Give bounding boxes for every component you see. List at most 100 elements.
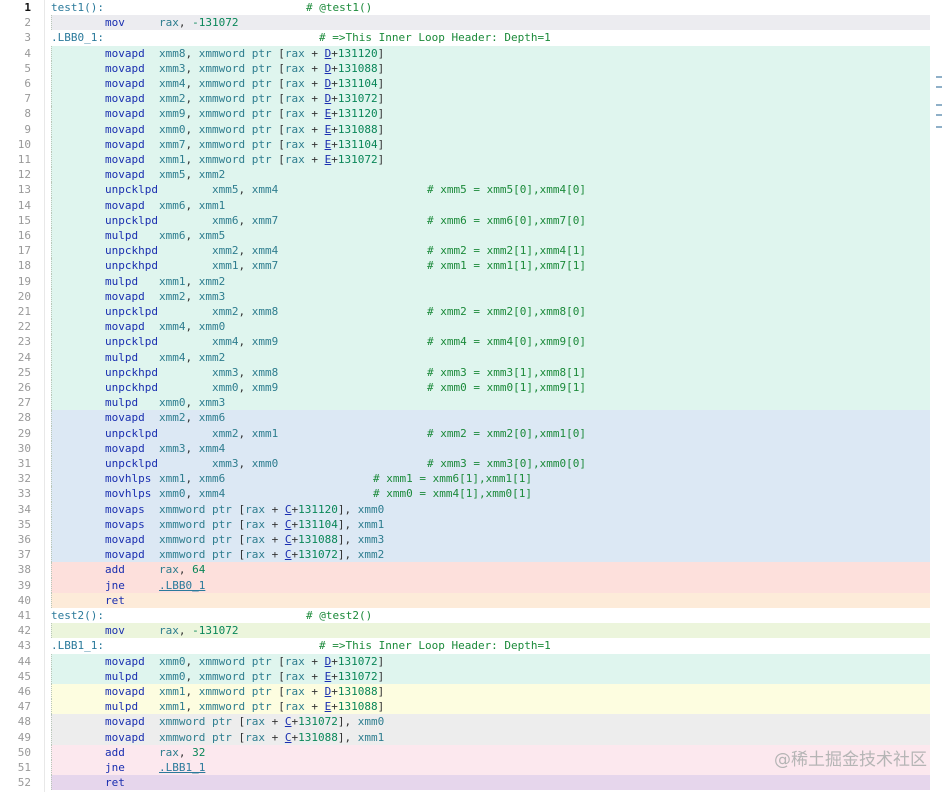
code-line[interactable]: 21 unpcklpd xmm2, xmm8 # xmm2 = xmm2[0],xmm… [0, 304, 945, 320]
jump-target-link[interactable]: .LBB0_1 [159, 579, 205, 592]
code-line[interactable]: 22 movapd xmm4, xmm0 [0, 319, 945, 335]
code-line[interactable]: 5 movapd xmm3, xmmword ptr [rax + D+131088… [0, 60, 945, 76]
code-line[interactable]: 28 movapd xmm2, xmm6 [0, 410, 945, 426]
code-line[interactable]: 52 ret [0, 775, 945, 791]
operand-token: [ [278, 61, 285, 75]
code-line[interactable]: 11 movapd xmm1, xmmword ptr [rax + E+13107… [0, 152, 945, 168]
code-line[interactable]: 34 movaps xmmword ptr [rax + C+131120], xm… [0, 501, 945, 517]
operand-token: rax [245, 533, 265, 546]
code-line[interactable]: 46 movapd xmm1, xmmword ptr [rax + D+13108… [0, 684, 945, 700]
instruction-args: xmm1, xmm7 [212, 258, 278, 273]
scrollbar-markers[interactable] [936, 70, 942, 140]
instruction-mnemonic: mulpd [105, 396, 139, 410]
code-line[interactable]: 6 movapd xmm4, xmmword ptr [rax + D+131104… [0, 76, 945, 92]
code-line[interactable]: 16 mulpd xmm6, xmm5 [0, 228, 945, 244]
instruction-mnemonic: mulpd [105, 229, 139, 242]
operand-token: ptr [211, 548, 232, 562]
operand-token: , [178, 624, 186, 638]
code-line[interactable]: 13 unpcklpd xmm5, xmm4 # xmm5 = xmm5[0],xmm… [0, 182, 945, 198]
code-line[interactable]: 32 movhlps xmm1, xmm6 # xmm1 = xmm6[1],xmm1… [0, 471, 945, 487]
instruction-mnemonic: movapd [105, 168, 145, 182]
code-line[interactable]: 30 movapd xmm3, xmm4 [0, 440, 945, 456]
code-line[interactable]: 2 mov rax, -131072 [0, 15, 945, 31]
code-line[interactable]: 37 movapd xmmword ptr [rax + C+131072], xm… [0, 547, 945, 563]
operand-token [318, 670, 325, 683]
line-number: 40 [17, 593, 31, 607]
instruction-mnemonic: movapd [105, 533, 145, 546]
indent-guide [51, 212, 53, 228]
indent-guide [51, 167, 53, 183]
code-line[interactable]: 8 movapd xmm9, xmmword ptr [rax + E+131120… [0, 106, 945, 122]
indent-guide [51, 592, 53, 608]
operand-token: xmm0 [357, 715, 385, 729]
code-line[interactable]: 20 movapd xmm2, xmm3 [0, 288, 945, 304]
code-comment: # xmm1 = xmm1[1],xmm7[1] [427, 259, 586, 273]
code-line[interactable]: 39 jne .LBB0_1 [0, 577, 945, 593]
code-line[interactable]: 45 mulpd xmm0, xmmword ptr [rax + E+131072… [0, 668, 945, 684]
code-comment: # @test1() [306, 1, 373, 14]
code-line[interactable]: 29 unpcklpd xmm2, xmm1 # xmm2 = xmm2[0],xmm… [0, 425, 945, 441]
code-line[interactable]: 42 mov rax, -131072 [0, 623, 945, 639]
code-line[interactable]: 43 .LBB1_1: # =>This Inner Loop Header: De… [0, 638, 945, 654]
operand-token: ] [377, 77, 385, 90]
code-line[interactable]: 44 movapd xmm0, xmmword ptr [rax + D+13107… [0, 653, 945, 669]
code-line[interactable]: 25 unpckhpd xmm3, xmm8 # xmm3 = xmm3[1],xmm… [0, 364, 945, 380]
code-line[interactable]: 36 movapd xmmword ptr [rax + C+131088], xm… [0, 532, 945, 548]
operand-token: xmm0 [159, 396, 186, 410]
code-line[interactable]: 12 movapd xmm5, xmm2 [0, 167, 945, 183]
code-line[interactable]: 26 unpckhpd xmm0, xmm9 # xmm0 = xmm0[1],xmm… [0, 380, 945, 396]
instruction-args: xmmword ptr [rax + C+131104], xmm1 [159, 517, 384, 532]
instruction-args: xmmword ptr [rax + C+131088], xmm3 [159, 532, 384, 547]
operand-token [192, 442, 199, 455]
code-line[interactable]: 9 movapd xmm0, xmmword ptr [rax + E+131088… [0, 121, 945, 137]
line-number: 21 [17, 305, 31, 318]
line-highlight [51, 775, 930, 791]
instruction-mnemonic: movapd [105, 548, 145, 562]
operand-token: xmmword [198, 92, 246, 106]
indent-guide [51, 136, 53, 152]
code-line[interactable]: 4 movapd xmm8, xmmword ptr [rax + D+131120… [0, 45, 945, 61]
indent-guide [51, 334, 53, 350]
code-line[interactable]: 19 mulpd xmm1, xmm2 [0, 273, 945, 289]
instruction-mnemonic: unpcklpd [105, 426, 158, 440]
operand-token [278, 731, 285, 744]
indent-guide [51, 410, 53, 426]
code-line[interactable]: 47 mulpd xmm1, xmmword ptr [rax + E+131088… [0, 699, 945, 715]
code-line[interactable]: 1 test1(): # @test1() [0, 0, 945, 16]
operand-token: xmm0 [159, 122, 186, 136]
operand-token: xmm8 [251, 365, 279, 379]
line-number: 52 [17, 776, 31, 790]
code-line[interactable]: 17 unpckhpd xmm2, xmm4 # xmm2 = xmm2[1],xmm… [0, 243, 945, 259]
code-line[interactable]: 35 movaps xmmword ptr [rax + C+131104], xm… [0, 516, 945, 532]
code-line[interactable]: 7 movapd xmm2, xmmword ptr [rax + D+131072… [0, 91, 945, 107]
code-line[interactable]: 41 test2(): # @test2() [0, 608, 945, 624]
code-line[interactable]: 14 movapd xmm6, xmm1 [0, 197, 945, 213]
indent-guide [51, 653, 53, 669]
jump-target-link[interactable]: .LBB1_1 [159, 761, 205, 774]
code-line[interactable]: 18 unpckhpd xmm1, xmm7 # xmm1 = xmm1[1],xmm… [0, 258, 945, 274]
operand-token: xmm1 [159, 153, 186, 166]
operand-token: ptr [211, 730, 232, 744]
line-number: 27 [17, 396, 31, 410]
operand-token: [ [278, 654, 285, 668]
operand-token: ] [377, 46, 385, 60]
operand-token: rax [284, 61, 305, 75]
code-line[interactable]: 38 add rax, 64 [0, 562, 945, 578]
code-line[interactable]: 49 movapd xmmword ptr [rax + C+131088], xm… [0, 729, 945, 745]
code-line[interactable]: 27 mulpd xmm0, xmm3 [0, 395, 945, 411]
code-line[interactable]: 31 unpcklpd xmm3, xmm0 # xmm3 = xmm3[0],xmm… [0, 456, 945, 472]
code-line[interactable]: 24 mulpd xmm4, xmm2 [0, 349, 945, 365]
code-line[interactable]: 33 movhlps xmm0, xmm4 # xmm0 = xmm4[1],xmm0… [0, 486, 945, 502]
code-line[interactable]: 15 unpcklpd xmm6, xmm7 # xmm6 = xmm6[0],xmm… [0, 212, 945, 228]
operand-token: xmmword [159, 533, 206, 546]
code-line[interactable]: 3 .LBB0_1: # =>This Inner Loop Header: Dep… [0, 30, 945, 46]
code-line[interactable]: 23 unpcklpd xmm4, xmm9 # xmm4 = xmm4[0],xmm… [0, 334, 945, 350]
code-line[interactable]: 40 ret [0, 592, 945, 608]
indent-guide [51, 349, 53, 365]
code-line[interactable]: 10 movapd xmm7, xmmword ptr [rax + E+13110… [0, 136, 945, 152]
operand-token [192, 320, 199, 333]
code-line[interactable]: 48 movapd xmmword ptr [rax + C+131072], xm… [0, 714, 945, 730]
operand-token [192, 655, 199, 668]
asm-label: .LBB1_1: [51, 639, 104, 653]
operand-token: 131088 [337, 61, 378, 75]
